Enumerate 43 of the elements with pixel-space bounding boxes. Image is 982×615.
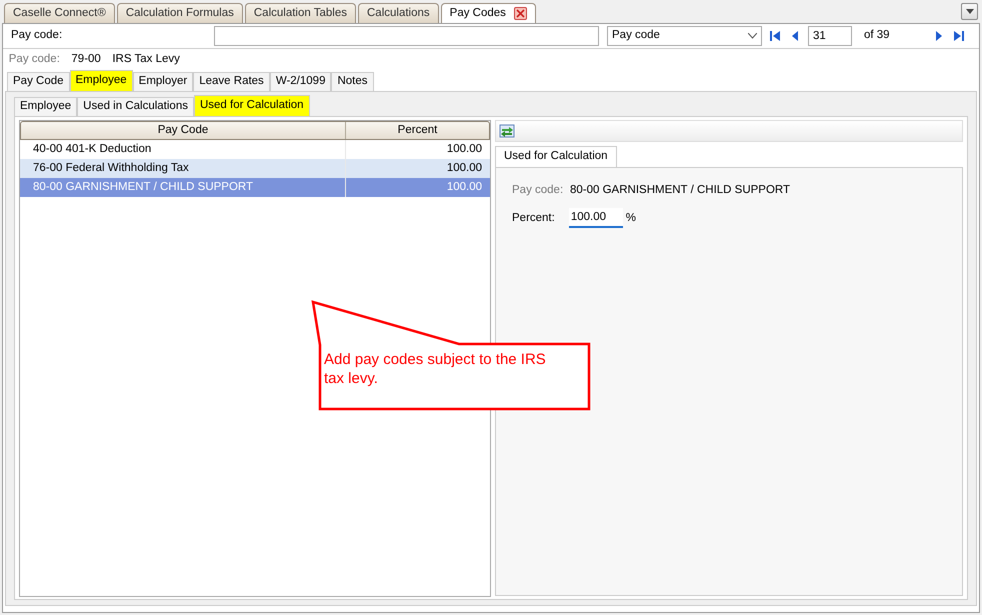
table-cell: 100.00 bbox=[345, 178, 490, 197]
document-tab[interactable]: Calculations bbox=[358, 3, 439, 23]
column-header[interactable]: Percent bbox=[346, 122, 489, 139]
record-number-field[interactable]: 31 bbox=[808, 26, 852, 46]
dropdown-button[interactable] bbox=[961, 3, 978, 20]
tab[interactable]: Employer bbox=[132, 72, 194, 91]
tab[interactable]: Pay Code bbox=[7, 72, 70, 91]
tab[interactable]: W-2/1099 bbox=[270, 72, 332, 91]
pay-code-value: 80-00 GARNISHMENT / CHILD SUPPORT bbox=[570, 183, 790, 198]
unit-label: % bbox=[626, 210, 636, 226]
tab[interactable]: Employee bbox=[14, 97, 78, 116]
callout-text: Add pay codes subject to the IRS tax levy. bbox=[324, 350, 547, 388]
search-by-dropdown[interactable]: Pay code bbox=[607, 26, 762, 46]
table-row[interactable]: 76-00 Federal Withholding Tax 100.00 bbox=[20, 159, 490, 178]
table-cell-text: 76-00 Federal Withholding Tax bbox=[32, 160, 190, 176]
tab[interactable]: Notes bbox=[331, 72, 374, 91]
field-label: Pay code: bbox=[11, 28, 64, 44]
tab[interactable]: Used for Calculation bbox=[194, 95, 310, 116]
document-tab[interactable]: Calculation Formulas bbox=[116, 3, 243, 23]
tab[interactable]: Leave Rates bbox=[193, 72, 270, 91]
close-icon[interactable] bbox=[514, 7, 527, 20]
first-record-icon[interactable] bbox=[768, 29, 782, 43]
field-label: Pay code: bbox=[512, 183, 564, 198]
chevron-icon bbox=[748, 33, 757, 39]
table-cell-text: 80-00 GARNISHMENT / CHILD SUPPORT bbox=[32, 180, 254, 195]
document-tab[interactable]: Caselle Connect® bbox=[4, 3, 115, 23]
tab[interactable]: Used for Calculation bbox=[495, 146, 617, 167]
field-label: Percent: bbox=[512, 210, 556, 226]
tab[interactable]: Used in Calculations bbox=[77, 97, 194, 116]
field-label: Pay code: bbox=[8, 52, 60, 68]
pay-code-value: 79-00 bbox=[71, 52, 101, 68]
percent-field[interactable]: 100.00 bbox=[568, 208, 623, 228]
search-field[interactable] bbox=[214, 26, 599, 46]
document-tab[interactable]: Pay Codes bbox=[440, 3, 536, 23]
document-tab[interactable]: Calculation Tables bbox=[244, 3, 356, 23]
tab[interactable]: Employee bbox=[70, 70, 133, 91]
last-record-icon[interactable] bbox=[952, 29, 966, 43]
record-count: of 39 bbox=[864, 28, 891, 44]
transfer-icon[interactable] bbox=[499, 124, 515, 138]
pay-code-name: IRS Tax Levy bbox=[112, 52, 180, 68]
table-cell-text: 40-00 401-K Deduction bbox=[32, 142, 152, 157]
column-header[interactable]: Pay Code bbox=[21, 122, 346, 139]
caret-icon bbox=[966, 9, 974, 14]
